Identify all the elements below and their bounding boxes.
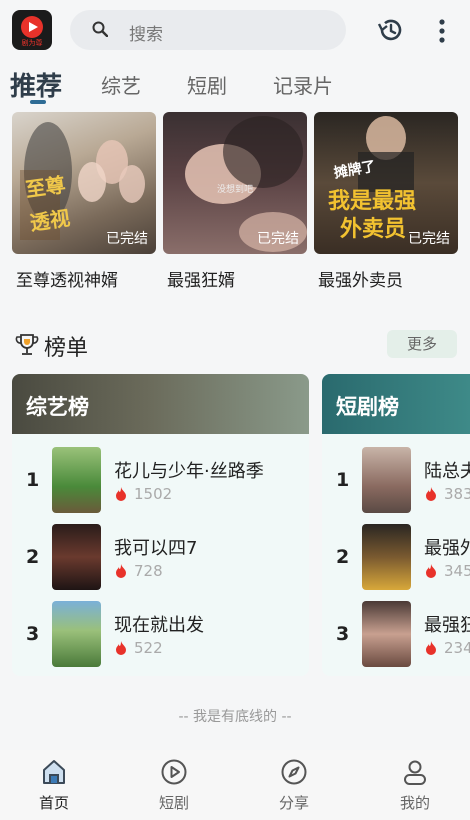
tab-indicator bbox=[30, 100, 46, 104]
svg-text:外卖员: 外卖员 bbox=[340, 216, 406, 242]
tab-documentary[interactable]: 记录片 bbox=[273, 70, 333, 99]
play-circle-icon bbox=[161, 759, 187, 785]
popularity-count: 383 bbox=[444, 485, 470, 503]
tab-recommend[interactable]: 推荐 bbox=[10, 66, 62, 103]
popularity-count: 234 bbox=[444, 639, 470, 657]
status-badge: 已完结 bbox=[257, 231, 299, 247]
fire-icon bbox=[116, 564, 126, 578]
search-placeholder: 搜索 bbox=[129, 25, 163, 45]
show-thumbnail bbox=[52, 447, 101, 513]
ranking-row[interactable]: 3 最强狂 234 bbox=[322, 601, 470, 673]
app-logo[interactable]: 剧为尊 bbox=[12, 10, 52, 50]
board-title: 综艺榜 bbox=[26, 395, 89, 419]
rank-number: 1 bbox=[336, 469, 350, 491]
fire-icon bbox=[426, 641, 436, 655]
nav-label: 我的 bbox=[399, 794, 430, 812]
nav-profile[interactable]: 我的 bbox=[380, 758, 450, 818]
rank-number: 3 bbox=[336, 623, 350, 645]
drama-ranking-card: 短剧榜 1 陆总夫 383 2 最强外 345 3 最强狂 234 bbox=[322, 374, 470, 676]
app-logo-text: 剧为尊 bbox=[21, 39, 43, 47]
trophy-icon bbox=[15, 334, 39, 355]
show-thumbnail bbox=[52, 524, 101, 590]
fire-icon bbox=[116, 487, 126, 501]
show-thumbnail bbox=[52, 601, 101, 667]
show-title: 最强外 bbox=[424, 538, 470, 559]
category-tabs: 推荐 综艺 短剧 记录片 bbox=[0, 64, 470, 108]
bottom-nav: 首页 短剧 分享 我的 bbox=[0, 750, 470, 820]
drama-card-header[interactable]: 短剧榜 bbox=[322, 374, 470, 434]
ranking-row[interactable]: 1 花儿与少年·丝路季 1502 bbox=[12, 447, 309, 519]
top-bar: 剧为尊 搜索 bbox=[0, 0, 470, 62]
show-title: 花儿与少年·丝路季 bbox=[114, 461, 264, 482]
show-thumbnail bbox=[362, 601, 411, 667]
status-badge: 已完结 bbox=[106, 231, 148, 247]
rank-number: 2 bbox=[26, 546, 40, 568]
nav-share[interactable]: 分享 bbox=[259, 758, 329, 818]
tab-short-drama[interactable]: 短剧 bbox=[187, 70, 227, 99]
search-bar[interactable]: 搜索 bbox=[70, 10, 346, 50]
show-title: 最强狂 bbox=[424, 615, 470, 636]
rank-number: 2 bbox=[336, 546, 350, 568]
poster-title[interactable]: 最强狂婿 bbox=[167, 266, 235, 291]
home-icon bbox=[43, 760, 65, 784]
ranking-title: 榜单 bbox=[44, 336, 89, 361]
poster-title[interactable]: 最强外卖员 bbox=[318, 266, 403, 291]
popularity-count: 1502 bbox=[134, 485, 173, 503]
svg-text:我是最强: 我是最强 bbox=[328, 189, 416, 214]
variety-ranking-card: 综艺榜 1 花儿与少年·丝路季 1502 2 我可以四7 728 3 现在就出发… bbox=[12, 374, 309, 676]
compass-icon bbox=[281, 759, 307, 785]
end-of-list-note: -- 我是有底线的 -- bbox=[178, 709, 292, 725]
rank-number: 3 bbox=[26, 623, 40, 645]
show-title: 陆总夫 bbox=[424, 461, 470, 482]
rank-number: 1 bbox=[26, 469, 40, 491]
nav-label: 短剧 bbox=[158, 794, 189, 812]
popularity-count: 728 bbox=[134, 562, 163, 580]
variety-card-header[interactable]: 综艺榜 bbox=[12, 374, 309, 434]
more-menu-icon[interactable] bbox=[432, 18, 452, 44]
fire-icon bbox=[116, 641, 126, 655]
app-screen: 剧为尊 搜索 推荐 综艺 短剧 记录片 至尊 透视 已完结 没想到吧 已完结 摊… bbox=[0, 0, 470, 820]
fire-icon bbox=[426, 487, 436, 501]
ranking-row[interactable]: 2 我可以四7 728 bbox=[12, 524, 309, 596]
tab-variety[interactable]: 综艺 bbox=[101, 70, 141, 99]
status-badge: 已完结 bbox=[408, 231, 450, 247]
board-title: 短剧榜 bbox=[336, 395, 399, 419]
ranking-more-button[interactable]: 更多 bbox=[387, 330, 457, 358]
nav-label: 首页 bbox=[38, 794, 69, 812]
show-title: 我可以四7 bbox=[114, 538, 198, 559]
featured-poster[interactable]: 摊牌了 我是最强 外卖员 已完结 bbox=[314, 112, 458, 254]
poster-caption: 没想到吧 bbox=[216, 185, 253, 195]
popularity-count: 345 bbox=[444, 562, 470, 580]
show-thumbnail bbox=[362, 524, 411, 590]
nav-home[interactable]: 首页 bbox=[19, 758, 89, 818]
poster-title[interactable]: 至尊透视神婿 bbox=[16, 266, 118, 291]
show-thumbnail bbox=[362, 447, 411, 513]
ranking-row[interactable]: 3 现在就出发 522 bbox=[12, 601, 309, 673]
featured-poster[interactable]: 至尊 透视 已完结 bbox=[12, 112, 156, 254]
fire-icon bbox=[426, 564, 436, 578]
svg-text:透视: 透视 bbox=[28, 206, 71, 235]
featured-poster[interactable]: 没想到吧 已完结 bbox=[163, 112, 307, 254]
search-icon bbox=[92, 21, 108, 37]
user-icon bbox=[404, 760, 426, 785]
show-title: 现在就出发 bbox=[114, 615, 204, 636]
ranking-row[interactable]: 1 陆总夫 383 bbox=[322, 447, 470, 519]
nav-label: 分享 bbox=[278, 794, 309, 812]
ranking-row[interactable]: 2 最强外 345 bbox=[322, 524, 470, 596]
history-icon[interactable] bbox=[376, 16, 404, 44]
popularity-count: 522 bbox=[134, 639, 163, 657]
play-logo-icon bbox=[21, 16, 43, 38]
nav-short-drama[interactable]: 短剧 bbox=[139, 758, 209, 818]
